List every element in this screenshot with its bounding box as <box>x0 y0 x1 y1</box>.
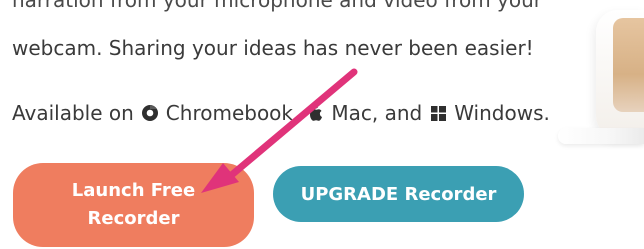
launch-button-line-2: Recorder <box>87 208 180 229</box>
chrome-icon <box>140 103 160 123</box>
launch-button-line-1: Launch Free <box>71 180 196 201</box>
available-prefix: Available on <box>12 101 134 125</box>
cut-top-text-line: narration from your microphone and video… <box>12 0 543 12</box>
platform-mac: Mac, and <box>331 101 423 125</box>
apple-icon <box>305 103 325 123</box>
launch-free-recorder-button[interactable]: Launch Free Recorder <box>13 163 254 247</box>
upgrade-recorder-button[interactable]: UPGRADE Recorder <box>273 166 524 222</box>
device-screen <box>613 18 644 112</box>
platform-chromebook: Chromebook, <box>165 101 300 125</box>
windows-icon <box>428 103 448 123</box>
page-content: narration from your microphone and video… <box>0 0 644 249</box>
intro-text-line: webcam. Sharing your ideas has never bee… <box>12 36 534 60</box>
device-base <box>558 128 644 144</box>
availability-line: Available on Chromebook, Mac, and Window… <box>12 101 550 125</box>
platform-windows: Windows. <box>454 101 550 125</box>
